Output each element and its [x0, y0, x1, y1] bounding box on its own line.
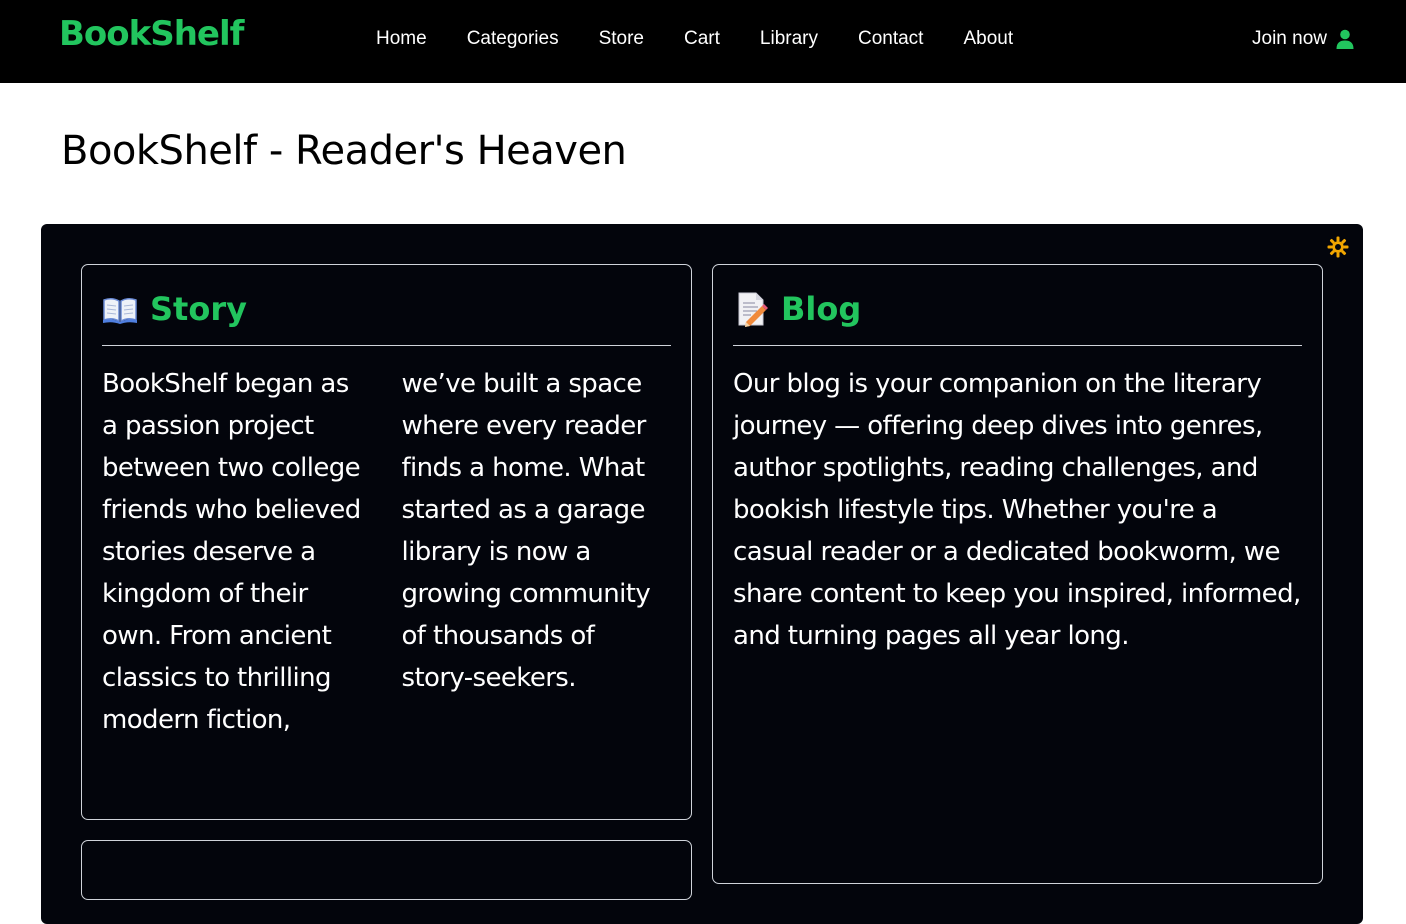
nav-link-store[interactable]: Store: [599, 27, 644, 51]
nav-links: Home Categories Store Cart Library Conta…: [376, 27, 1013, 51]
story-card: Story BookShelf began as a passion proje…: [81, 264, 692, 820]
nav-link-about[interactable]: About: [963, 27, 1013, 51]
story-title: Story: [150, 290, 247, 328]
story-card-header: Story: [102, 289, 671, 346]
memo-icon: [738, 292, 768, 327]
sun-icon[interactable]: [1327, 236, 1349, 258]
join-now-label: Join now: [1252, 28, 1327, 49]
info-card: [81, 840, 692, 900]
nav-link-library[interactable]: Library: [760, 27, 818, 51]
page-title: BookShelf - Reader's Heaven: [61, 128, 627, 174]
blog-card: Blog Our blog is your companion on the l…: [712, 264, 1323, 884]
join-now-button[interactable]: Join now: [1252, 27, 1354, 51]
story-text: BookShelf began as a passion project bet…: [102, 369, 651, 735]
nav-link-home[interactable]: Home: [376, 27, 427, 51]
nav-link-categories[interactable]: Categories: [467, 27, 559, 51]
blog-title: Blog: [781, 290, 862, 328]
nav-link-contact[interactable]: Contact: [858, 27, 923, 51]
navbar: BookShelf Home Categories Store Cart Lib…: [0, 0, 1406, 83]
user-icon: [1336, 29, 1354, 49]
nav-link-cart[interactable]: Cart: [684, 27, 720, 51]
blog-text: Our blog is your companion on the litera…: [733, 369, 1301, 651]
logo[interactable]: BookShelf: [59, 14, 244, 54]
open-book-icon: [103, 297, 137, 324]
blog-card-header: Blog: [733, 289, 1302, 346]
